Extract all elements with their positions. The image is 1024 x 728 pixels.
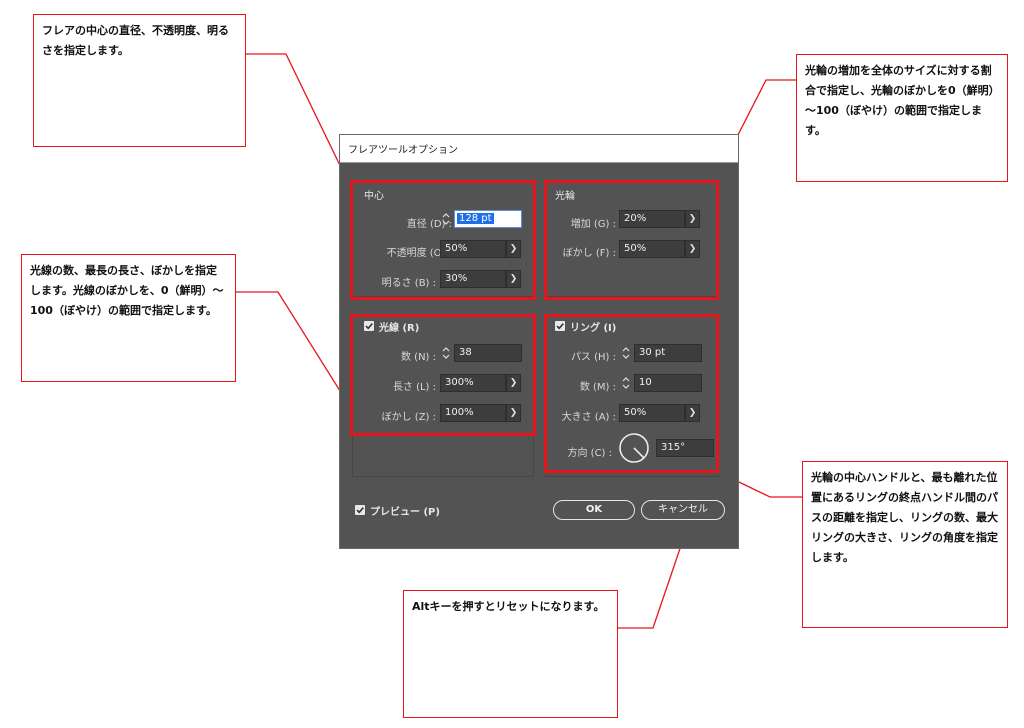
callout-rings: 光輪の中心ハンドルと、最も離れた位置にあるリングの終点ハンドル間のパスの距離を指…: [802, 461, 1008, 628]
callout-rings-text: 光輪の中心ハンドルと、最も離れた位置にあるリングの終点ハンドル間のパスの距離を指…: [811, 471, 998, 564]
callout-alt: Altキーを押すとリセットになります。: [403, 590, 618, 718]
callout-center-text: フレアの中心の直径、不透明度、明るさを指定します。: [42, 24, 229, 57]
highlight-halo: [544, 180, 719, 300]
cancel-button[interactable]: キャンセル: [641, 500, 725, 520]
highlight-rings: [544, 314, 719, 473]
callout-rays: 光線の数、最長の長さ、ぼかしを指定します。光線のぼかしを、0（鮮明）～100（ぼ…: [21, 254, 236, 382]
callout-rays-text: 光線の数、最長の長さ、ぼかしを指定します。光線のぼかしを、0（鮮明）～100（ぼ…: [30, 264, 224, 317]
callout-halo-text: 光輪の増加を全体のサイズに対する割合で指定し、光輪のぼかしを0（鮮明）～100（…: [805, 64, 995, 137]
flare-tool-options-dialog: フレアツールオプション 中心 直径 (D) : 128 pt 不透明度 (O) …: [339, 134, 739, 549]
highlight-rays: [350, 314, 536, 436]
dialog-titlebar[interactable]: フレアツールオプション: [340, 135, 738, 163]
preview-label: プレビュー (P): [370, 507, 440, 518]
connector-rays: [236, 291, 353, 411]
callout-halo: 光輪の増加を全体のサイズに対する割合で指定し、光輪のぼかしを0（鮮明）～100（…: [796, 54, 1008, 182]
callout-center: フレアの中心の直径、不透明度、明るさを指定します。: [33, 14, 246, 147]
highlight-center: [350, 180, 536, 300]
connector-center: [246, 53, 350, 185]
callout-alt-text: Altキーを押すとリセットになります。: [412, 600, 605, 613]
ok-button[interactable]: OK: [553, 500, 635, 520]
preview-checkbox[interactable]: [355, 505, 365, 515]
dialog-title: フレアツールオプション: [348, 145, 458, 156]
checkmark-icon: [356, 507, 364, 514]
